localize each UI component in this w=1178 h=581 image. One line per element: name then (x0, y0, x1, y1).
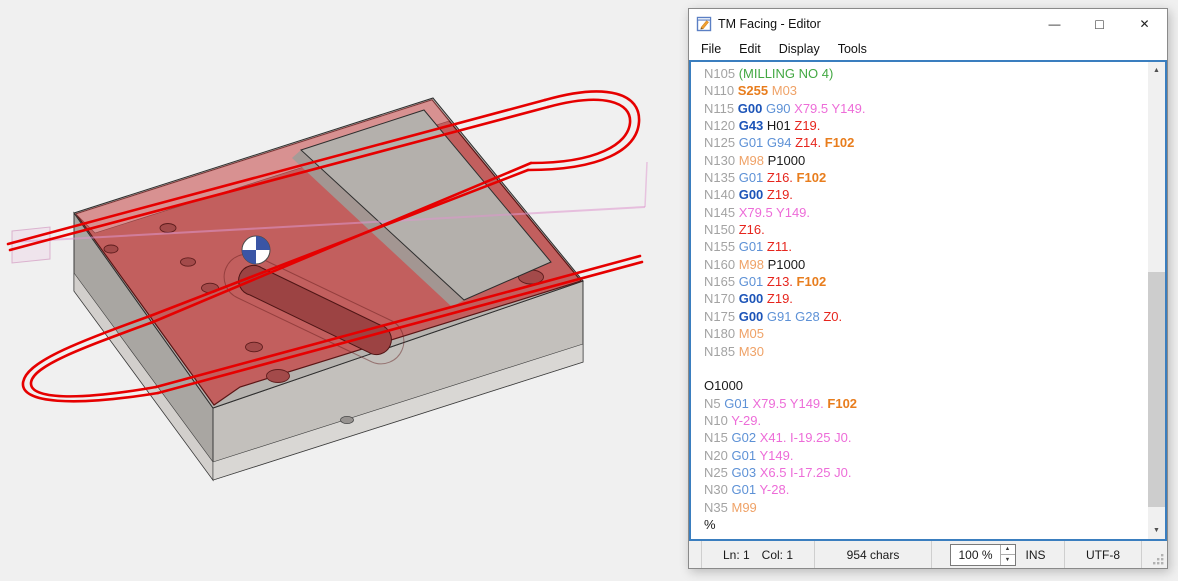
code-line: N20 G01 Y149. (704, 447, 1148, 464)
status-col: Col: 1 (762, 548, 793, 562)
edit-document-icon (696, 16, 712, 32)
window-title: TM Facing - Editor (718, 17, 1032, 31)
code-line: N15 G02 X41. I-19.25 J0. (704, 429, 1148, 446)
code-line: N145 X79.5 Y149. (704, 204, 1148, 221)
work-origin-marker (242, 236, 270, 264)
menu-item-display[interactable]: Display (770, 40, 829, 58)
viewer-3d-panel[interactable] (0, 0, 688, 576)
code-editor-pane[interactable]: N105 (MILLING NO 4)N110 S255 M03N115 G00… (689, 60, 1167, 541)
menu-item-tools[interactable]: Tools (829, 40, 876, 58)
scroll-down-arrow-icon[interactable]: ▼ (1148, 522, 1165, 539)
status-spacer (689, 541, 701, 568)
status-zoom-ins: 100 % ▲ ▼ INS (931, 541, 1064, 568)
code-line: N160 M98 P1000 (704, 256, 1148, 273)
menu-bar: FileEditDisplayTools (689, 38, 1167, 60)
desktop: { "app": {"background": "#f0f0f0"}, "vie… (0, 0, 1178, 576)
code-line: N135 G01 Z16. F102 (704, 169, 1148, 186)
code-line: N120 G43 H01 Z19. (704, 117, 1148, 134)
status-insert-mode: INS (1026, 548, 1046, 562)
code-line: N165 G01 Z13. F102 (704, 273, 1148, 290)
title-bar[interactable]: TM Facing - Editor — □ ✕ (689, 9, 1167, 38)
code-line: N110 S255 M03 (704, 82, 1148, 99)
status-char-count: 954 chars (814, 541, 931, 568)
code-line (704, 360, 1148, 377)
scrollbar-thumb[interactable] (1148, 272, 1165, 507)
code-line: N105 (MILLING NO 4) (704, 65, 1148, 82)
code-line: N10 Y-29. (704, 412, 1148, 429)
status-line-col: Ln: 1 Col: 1 (701, 541, 814, 568)
close-button[interactable]: ✕ (1122, 9, 1167, 38)
zoom-down-arrow-icon[interactable]: ▼ (1001, 555, 1015, 565)
code-line: N5 G01 X79.5 Y149. F102 (704, 395, 1148, 412)
code-line: N130 M98 P1000 (704, 152, 1148, 169)
code-line: N30 G01 Y-28. (704, 481, 1148, 498)
code-line: N170 G00 Z19. (704, 290, 1148, 307)
code-line: % (704, 516, 1148, 533)
minimize-button[interactable]: — (1032, 9, 1077, 38)
code-line: O1000 (704, 377, 1148, 394)
code-line: N180 M05 (704, 325, 1148, 342)
code-line: N150 Z16. (704, 221, 1148, 238)
base-band-hole (341, 416, 354, 423)
part-3d-scene (0, 0, 688, 576)
zoom-spin-buttons[interactable]: ▲ ▼ (1000, 545, 1015, 565)
menu-item-edit[interactable]: Edit (730, 40, 770, 58)
zoom-value[interactable]: 100 % (951, 545, 999, 565)
maximize-button[interactable]: □ (1077, 9, 1122, 38)
code-line: N185 M30 (704, 343, 1148, 360)
code-line: N115 G00 G90 X79.5 Y149. (704, 100, 1148, 117)
editor-window: TM Facing - Editor — □ ✕ FileEditDisplay… (688, 8, 1168, 569)
status-line: Ln: 1 (723, 548, 750, 562)
resize-grip-icon (1153, 554, 1164, 565)
menu-item-file[interactable]: File (692, 40, 730, 58)
code-line: N140 G00 Z19. (704, 186, 1148, 203)
status-encoding: UTF-8 (1064, 541, 1141, 568)
vertical-scrollbar[interactable]: ▲ ▼ (1148, 62, 1165, 539)
code-line: N35 M99 (704, 499, 1148, 516)
code-line: N155 G01 Z11. (704, 238, 1148, 255)
code-line: N25 G03 X6.5 I-17.25 J0. (704, 464, 1148, 481)
code-text[interactable]: N105 (MILLING NO 4)N110 S255 M03N115 G00… (691, 62, 1148, 539)
code-line: N125 G01 G94 Z14. F102 (704, 134, 1148, 151)
zoom-spinner[interactable]: 100 % ▲ ▼ (950, 544, 1015, 566)
code-line: N175 G00 G91 G28 Z0. (704, 308, 1148, 325)
zoom-up-arrow-icon[interactable]: ▲ (1001, 545, 1015, 556)
scroll-up-arrow-icon[interactable]: ▲ (1148, 62, 1165, 79)
resize-grip[interactable] (1141, 541, 1167, 568)
status-bar: Ln: 1 Col: 1 954 chars 100 % ▲ ▼ INS UTF… (689, 541, 1167, 568)
